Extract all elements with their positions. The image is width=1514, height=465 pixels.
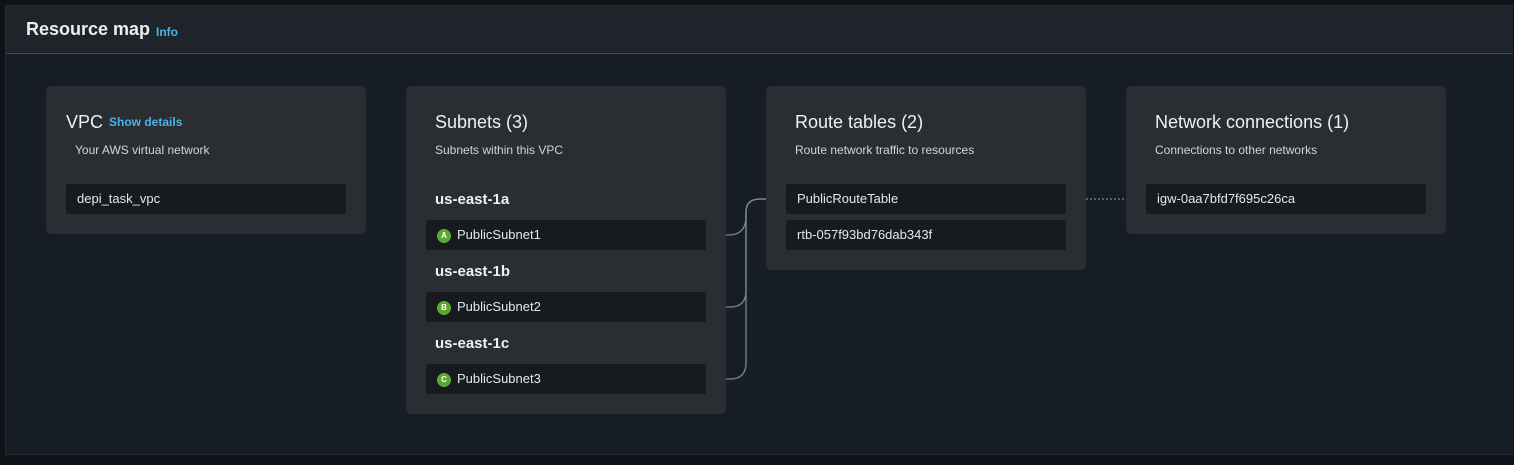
route-tables-subtitle: Route network traffic to resources (795, 143, 975, 157)
subnet-name: PublicSubnet1 (457, 227, 541, 242)
vpc-card: VPC Show details Your AWS virtual network… (46, 86, 366, 234)
vpc-title: VPC (66, 112, 104, 132)
az-b-badge-icon: B (437, 301, 451, 315)
subnet-item-publicsubnet1[interactable]: A PublicSubnet1 (426, 220, 706, 250)
network-connections-subtitle: Connections to other networks (1155, 143, 1318, 157)
subnets-card: Subnets (3) Subnets within this VPC us-e… (406, 86, 726, 414)
vpc-card-title: VPC Show details (66, 112, 182, 133)
internet-gateway-item[interactable]: igw-0aa7bfd7f695c26ca (1146, 184, 1426, 214)
network-connections-card: Network connections (1) Connections to o… (1126, 86, 1446, 234)
az-label-us-east-1b: us-east-1b (435, 263, 511, 280)
az-a-badge-icon: A (437, 229, 451, 243)
route-tables-title: Route tables (2) (795, 112, 924, 132)
page-title: Resource map (26, 19, 151, 39)
route-tables-card: Route tables (2) Route network traffic t… (766, 86, 1086, 270)
subnet-item-publicsubnet3[interactable]: C PublicSubnet3 (426, 364, 706, 394)
subnets-title: Subnets (3) (435, 112, 529, 132)
vpc-subtitle: Your AWS virtual network (75, 143, 210, 157)
network-connections-title: Network connections (1) (1155, 112, 1350, 132)
subnet-item-publicsubnet2[interactable]: B PublicSubnet2 (426, 292, 706, 322)
route-table-item-rtb[interactable]: rtb-057f93bd76dab343f (786, 220, 1066, 250)
az-label-us-east-1a: us-east-1a (435, 191, 510, 208)
az-c-badge-icon: C (437, 373, 451, 387)
show-details-link[interactable]: Show details (109, 115, 182, 129)
vpc-item[interactable]: depi_task_vpc (66, 184, 346, 214)
panel-header: Resource map Info (6, 6, 1513, 54)
subnet-name: PublicSubnet2 (457, 299, 541, 314)
subnets-subtitle: Subnets within this VPC (435, 143, 564, 157)
info-link[interactable]: Info (156, 25, 178, 39)
route-table-item-publicroutetable[interactable]: PublicRouteTable (786, 184, 1066, 214)
subnet-name: PublicSubnet3 (457, 371, 541, 386)
az-label-us-east-1c: us-east-1c (435, 335, 510, 352)
